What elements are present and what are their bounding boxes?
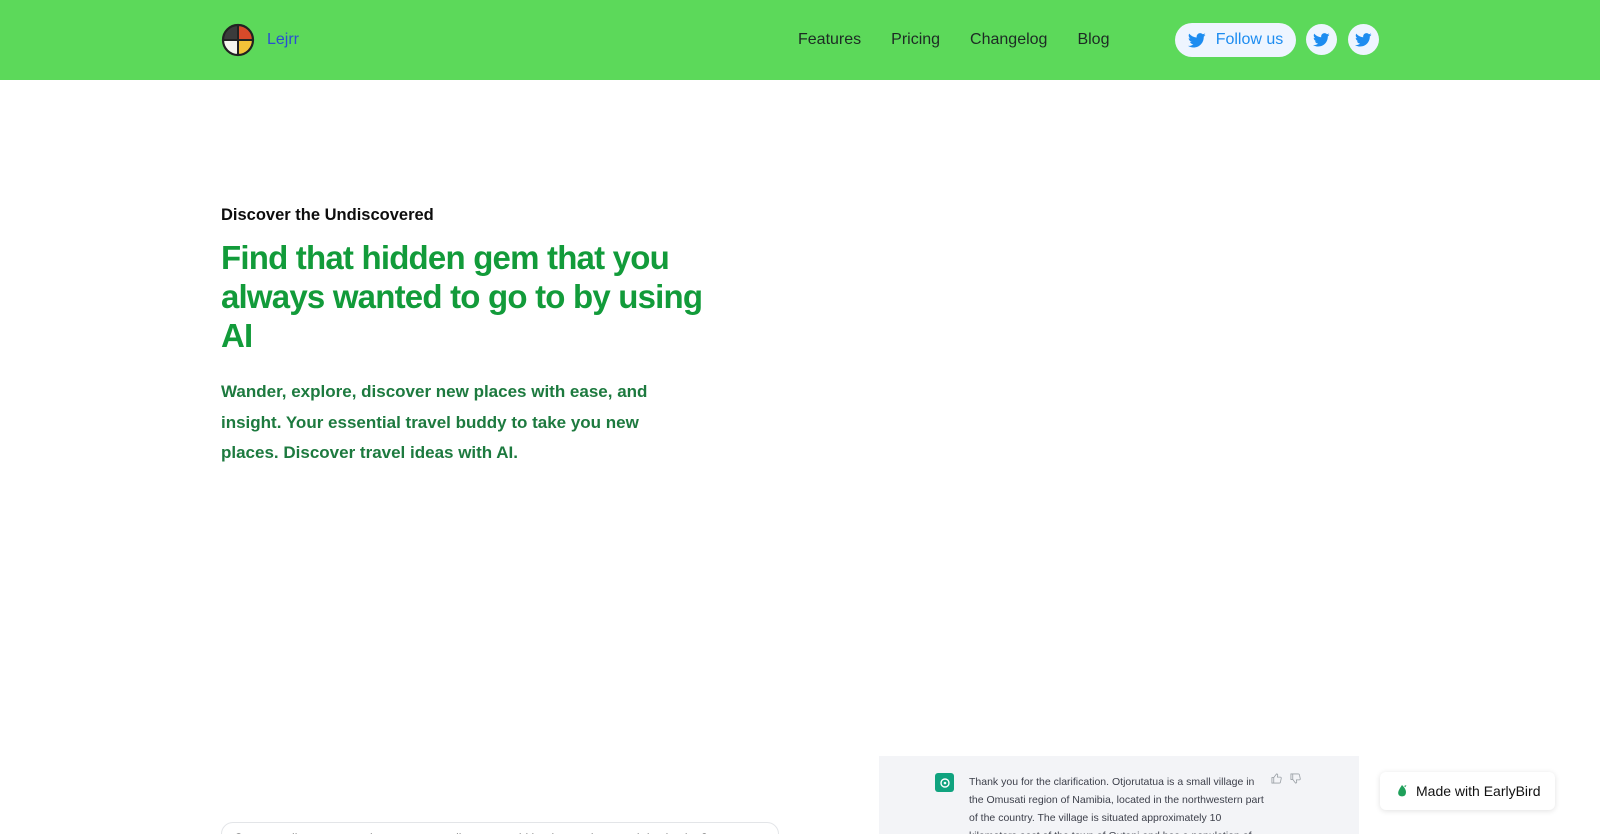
thumbs-down-icon (1290, 773, 1301, 784)
main-nav: Features Pricing Changelog Blog (798, 29, 1109, 51)
twitter-icon (1355, 32, 1372, 47)
travel-question-input-box[interactable] (221, 822, 779, 834)
nav-features-link[interactable]: Features (798, 29, 861, 51)
twitter-icon (1313, 32, 1330, 47)
brand-name: Lejrr (267, 31, 300, 48)
nav-changelog-link[interactable]: Changelog (970, 29, 1047, 51)
follow-us-button[interactable]: Follow us (1175, 23, 1296, 57)
twitter-icon (1187, 32, 1206, 47)
earlybird-label: Made with EarlyBird (1416, 783, 1541, 799)
nav-blog-link[interactable]: Blog (1077, 29, 1109, 51)
hero-eyebrow: Discover the Undiscovered (221, 206, 434, 224)
top-navbar: Lejrr Features Pricing Changelog Blog Fo… (0, 0, 1600, 80)
brand-logo-icon (221, 23, 255, 57)
chatgpt-logo-icon (935, 773, 954, 792)
brand-link[interactable]: Lejrr (221, 23, 299, 57)
earlybird-logo-icon (1398, 785, 1407, 797)
chat-feedback (1271, 773, 1301, 784)
follow-us-label: Follow us (1215, 31, 1284, 48)
twitter-button-secondary[interactable] (1348, 24, 1379, 55)
made-with-earlybird-badge[interactable]: Made with EarlyBird (1380, 772, 1555, 810)
hero-subtext: Wander, explore, discover new places wit… (221, 382, 648, 462)
hero-headline: Find that hidden gem that you always wan… (221, 239, 703, 354)
chat-preview-screenshot: Thank you for the clarification. Otjorut… (879, 756, 1359, 834)
nav-pricing-link[interactable]: Pricing (891, 29, 940, 51)
thumbs-up-icon (1271, 773, 1282, 784)
chat-message-text: Thank you for the clarification. Otjorut… (969, 776, 1264, 834)
twitter-button[interactable] (1306, 24, 1337, 55)
